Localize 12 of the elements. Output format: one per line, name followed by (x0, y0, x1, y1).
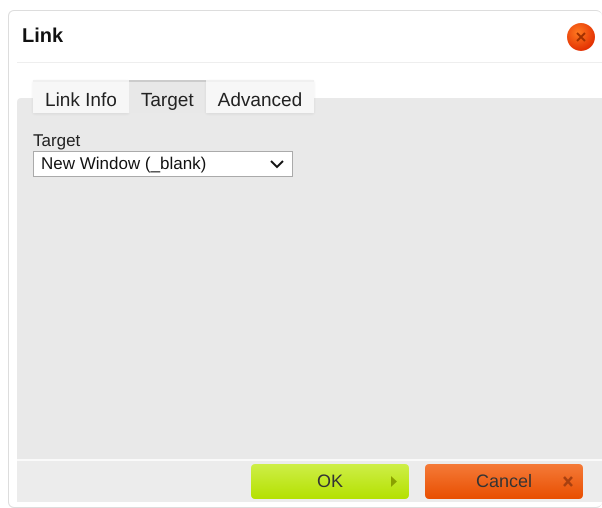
cancel-button[interactable]: Cancel (425, 464, 583, 499)
tab[interactable]: Link Info (33, 80, 129, 113)
target-select[interactable]: New Window (_blank) (33, 151, 293, 177)
ok-button[interactable]: OK (251, 464, 409, 499)
close-icon[interactable] (566, 22, 596, 52)
close-icon (563, 476, 573, 487)
window-title: Link (22, 25, 64, 48)
target-label: Target (33, 131, 82, 151)
tab[interactable]: Advanced (206, 80, 314, 113)
tab[interactable]: Target (128, 80, 206, 113)
play-icon (389, 476, 399, 487)
chevron-icon (270, 160, 284, 168)
